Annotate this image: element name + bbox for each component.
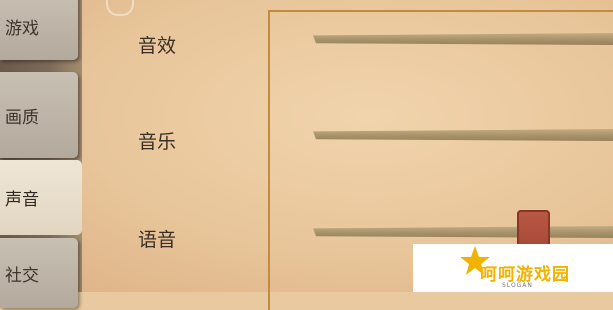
corner-ornament [106,0,134,16]
tab-sound-label: 声音 [5,190,39,210]
tab-column: 游戏 画质 声音 社交 [0,0,82,308]
tab-social-label: 社交 [5,265,39,286]
settings-page: 游戏 画质 声音 社交 音效 音乐 语音 呵呵游戏园 SLOGAN [0,0,613,310]
watermark-slogan: SLOGAN [502,282,533,289]
tab-graphics[interactable]: 画质 [0,72,78,158]
tab-game-label: 游戏 [5,18,39,39]
tab-social[interactable]: 社交 [0,238,78,308]
sound-effects-label: 音效 [138,35,177,57]
voice-label: 语音 [138,229,177,251]
tab-game[interactable]: 游戏 [0,0,78,60]
music-label: 音乐 [138,131,177,153]
tab-graphics-label: 画质 [5,107,39,128]
tab-sound[interactable]: 声音 [0,160,82,235]
